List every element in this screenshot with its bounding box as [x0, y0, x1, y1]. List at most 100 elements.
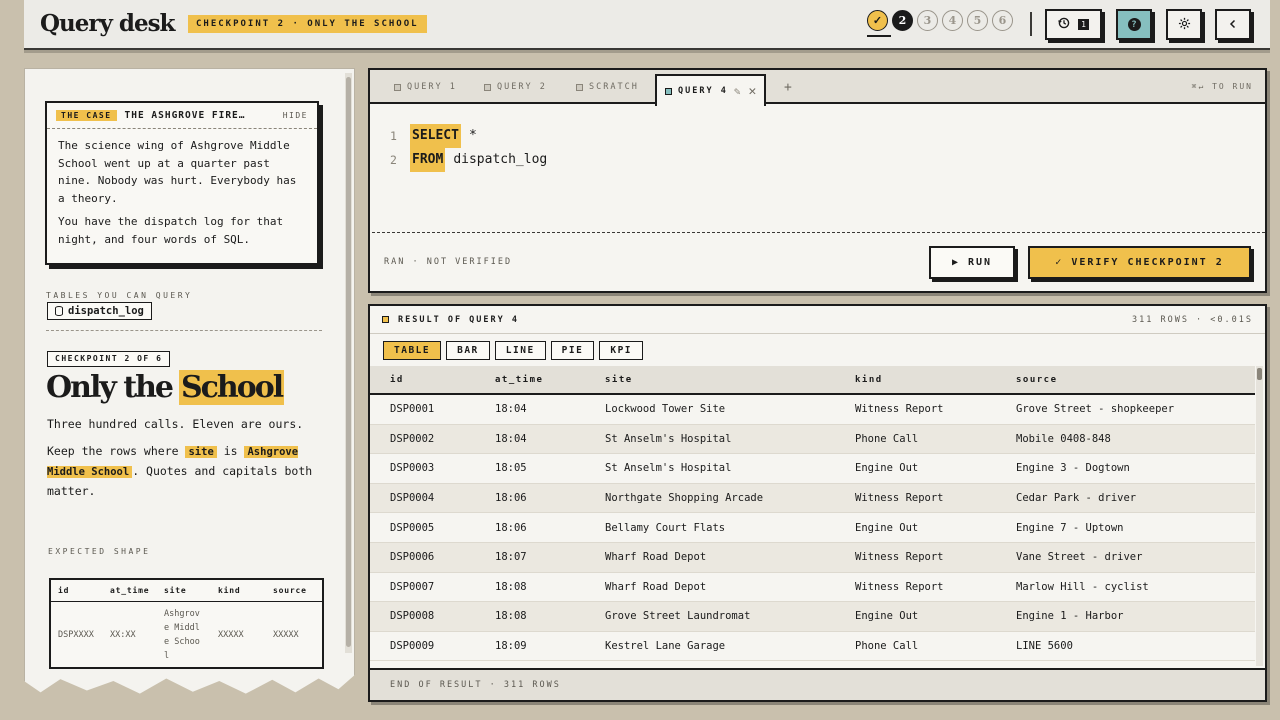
tab-label: QUERY 4 [678, 86, 728, 96]
table-row[interactable]: DSP0004 18:06 Northgate Shopping Arcade Wit… [370, 483, 1255, 514]
rename-tab-icon[interactable]: ✎ [734, 85, 741, 98]
collapse-button[interactable] [1215, 9, 1251, 40]
column-header-kind[interactable]: kind [835, 375, 996, 385]
cell-id: DSP0007 [390, 580, 435, 593]
verify-checkpoint-button[interactable]: ✓ VERIFY CHECKPOINT 2 [1028, 246, 1251, 279]
results-meta: 311 ROWS · <0.01S [1132, 314, 1253, 325]
step-6: 6 [992, 10, 1013, 31]
expected-cell: XX:XX [110, 630, 136, 640]
brief-panel: THE CASE THE ASHGROVE FIRE… HIDE The sci… [24, 68, 355, 694]
step-5: 5 [967, 10, 988, 31]
step-2[interactable]: 2 [892, 10, 913, 31]
checkpoint-badge: CHECKPOINT 2 OF 6 [47, 351, 171, 367]
table-row[interactable]: DSP0003 18:05 St Anselm's Hospital Engine O… [370, 454, 1255, 484]
cell-source: Vane Street - driver [1016, 551, 1143, 564]
checkpoint-title-plain: Only the [46, 370, 174, 405]
cell-kind: Witness Report [855, 403, 944, 416]
table-row[interactable]: DSP0009 18:09 Kestrel Lane Garage Phone Cal… [370, 632, 1255, 662]
expected-cell: XXXXX [218, 630, 244, 640]
case-tag: THE CASE [56, 110, 117, 121]
cell-kind: Witness Report [855, 551, 944, 564]
chevron-left-icon [1228, 18, 1238, 32]
add-tab-button[interactable]: + [784, 80, 792, 95]
help-button[interactable]: ? [1116, 9, 1152, 40]
checkpoint-instructions: Keep the rows where site is Ashgrove Mid… [47, 442, 319, 501]
top-bar: Query desk CHECKPOINT 2 · ONLY THE SCHOO… [24, 0, 1270, 50]
column-header-at-time[interactable]: at_time [475, 375, 585, 385]
cell-at-time: 18:06 [495, 521, 527, 534]
code-area[interactable]: 1 SELECT * 2 FROM dispatch_log [390, 124, 547, 172]
expected-cell: DSPXXXX [58, 630, 94, 640]
history-button[interactable]: 1 [1045, 9, 1102, 40]
history-count: 1 [1078, 19, 1089, 30]
step-4: 4 [942, 10, 963, 31]
cell-id: DSP0003 [390, 462, 435, 475]
view-bar-button[interactable]: BAR [446, 341, 490, 360]
hide-case-button[interactable]: HIDE [283, 111, 308, 120]
cell-id: DSP0002 [390, 432, 435, 445]
table-row[interactable]: DSP0007 18:08 Wharf Road Depot Witness Repo… [370, 573, 1255, 603]
step-1[interactable]: ✓ [867, 10, 888, 31]
expected-header-row: id at_time site kind source [51, 580, 322, 602]
cell-id: DSP0001 [390, 403, 435, 416]
checkpoint-description: Three hundred calls. Eleven are ours. Ke… [47, 415, 319, 501]
code-line: 1 SELECT * [390, 124, 547, 148]
view-kpi-button[interactable]: KPI [599, 341, 644, 360]
tab-label: SCRATCH [589, 82, 639, 92]
tab-icon [665, 87, 672, 95]
column-header-site[interactable]: site [585, 375, 835, 385]
table-row[interactable]: DSP0006 18:07 Wharf Road Depot Witness Repo… [370, 542, 1255, 573]
checkpoint-title-highlight: School [178, 370, 284, 405]
tab-icon [484, 83, 491, 91]
view-pie-button[interactable]: PIE [550, 341, 595, 360]
table-name: dispatch_log [68, 305, 144, 317]
results-header-row: id at_time site kind source [370, 366, 1255, 395]
table-row[interactable]: DSP0005 18:06 Bellamy Court Flats Engine Ou… [370, 513, 1255, 543]
view-line-button[interactable]: LINE [494, 341, 546, 360]
tables-label: TABLES YOU CAN QUERY [46, 291, 193, 300]
cell-source: Marlow Hill - cyclist [1016, 580, 1149, 593]
cell-kind: Witness Report [855, 580, 944, 593]
run-button[interactable]: ▶ RUN [929, 246, 1015, 279]
column-header-source[interactable]: source [996, 375, 1255, 385]
cell-source: LINE 5600 [1016, 640, 1073, 653]
editor-divider [372, 232, 1265, 233]
brief-scroll-thumb[interactable] [346, 77, 351, 647]
results-scroll-thumb[interactable] [1257, 368, 1262, 380]
cell-kind: Engine Out [855, 521, 919, 534]
cell-at-time: 18:07 [495, 551, 527, 564]
history-icon [1058, 17, 1070, 32]
expected-row: DSPXXXX XX:XX Ashgrove Middle School XXX… [51, 602, 322, 668]
gear-icon [1178, 17, 1191, 33]
view-table-button[interactable]: TABLE [383, 341, 442, 360]
cell-site: St Anselm's Hospital [605, 462, 732, 475]
cell-site: St Anselm's Hospital [605, 432, 732, 445]
sql-keyword: FROM [410, 148, 446, 172]
table-chip-dispatch-log[interactable]: dispatch_log [47, 302, 152, 320]
expected-col: source [273, 586, 307, 595]
view-switcher: TABLE BAR LINE PIE KPI [383, 341, 644, 360]
results-panel: RESULT OF QUERY 4 311 ROWS · <0.01S TABL… [368, 304, 1267, 702]
case-header: THE CASE THE ASHGROVE FIRE… HIDE [47, 103, 317, 129]
editor-tab-bar: QUERY 1 QUERY 2 SCRATCH QUERY 4 ✎ ✕ + ⌘↵… [370, 70, 1265, 106]
instr-text: Keep the rows where [47, 444, 186, 458]
tab-query-2[interactable]: QUERY 2 [484, 70, 547, 104]
expected-col: kind [218, 586, 241, 595]
cell-site: Wharf Road Depot [605, 580, 707, 593]
results-header: RESULT OF QUERY 4 311 ROWS · <0.01S [370, 306, 1265, 334]
table-row[interactable]: DSP0008 18:08 Grove Street Laundromat Engin… [370, 602, 1255, 632]
column-header-id[interactable]: id [370, 375, 475, 385]
tab-scratch[interactable]: SCRATCH [576, 70, 639, 104]
table-row[interactable]: DSP0001 18:04 Lockwood Tower Site Witness R… [370, 395, 1255, 425]
settings-button[interactable] [1166, 9, 1202, 40]
tab-query-4[interactable]: QUERY 4 ✎ ✕ [655, 74, 767, 106]
table-row[interactable]: DSP0002 18:04 St Anselm's Hospital Phone Ca… [370, 424, 1255, 455]
tab-query-1[interactable]: QUERY 1 [394, 70, 457, 104]
line-number: 1 [390, 129, 397, 143]
tab-icon [394, 83, 401, 91]
case-paragraph: You have the dispatch log for that night… [58, 215, 284, 246]
results-scrollbar[interactable] [1256, 366, 1263, 666]
sql-text: * [468, 128, 477, 143]
cell-site: Kestrel Lane Garage [605, 640, 726, 653]
close-tab-icon[interactable]: ✕ [748, 84, 756, 99]
